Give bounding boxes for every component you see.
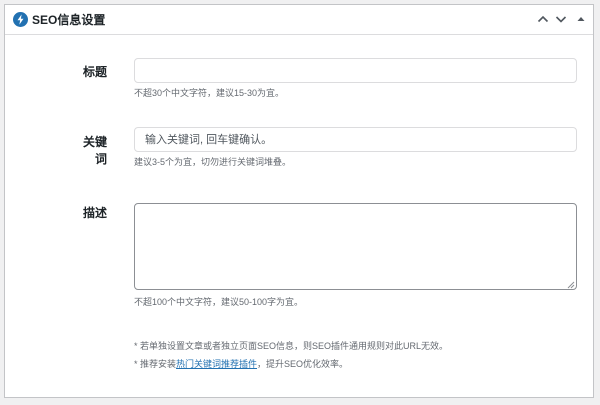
- chevron-down-icon: [555, 16, 567, 23]
- panel-header[interactable]: SEO信息设置: [5, 5, 593, 35]
- lightning-logo-icon: [13, 12, 28, 27]
- panel-title: SEO信息设置: [32, 13, 106, 27]
- chevron-up-icon: [537, 15, 549, 23]
- title-label: 标题: [82, 65, 107, 79]
- description-textarea[interactable]: [134, 203, 577, 290]
- title-input[interactable]: [134, 58, 577, 83]
- resize-grip-icon[interactable]: [567, 281, 575, 289]
- keywords-input[interactable]: [134, 127, 577, 152]
- note-line-2-suffix: ，提升SEO优化效率。: [257, 359, 349, 369]
- description-label: 描述: [82, 206, 107, 220]
- hot-keywords-plugin-link[interactable]: 热门关键词推荐插件: [176, 359, 257, 369]
- seo-settings-panel: SEO信息设置 标题 不超30个中文字符，建议15-30为宜。 关键词 建议3-…: [4, 4, 594, 398]
- toggle-panel-button[interactable]: [574, 12, 588, 26]
- note-line-2: * 推荐安装热门关键词推荐插件，提升SEO优化效率。: [134, 358, 348, 370]
- description-hint: 不超100个中文字符，建议50-100字为宜。: [134, 297, 304, 307]
- title-hint: 不超30个中文字符，建议15-30为宜。: [134, 88, 285, 98]
- note-line-1: * 若单独设置文章或者独立页面SEO信息，则SEO插件通用规则对此URL无效。: [134, 341, 449, 351]
- note-line-2-prefix: * 推荐安装: [134, 359, 177, 369]
- move-up-button[interactable]: [536, 12, 550, 26]
- keywords-label: 关键词: [82, 135, 107, 166]
- triangle-up-icon: [577, 17, 585, 21]
- move-down-button[interactable]: [554, 12, 568, 26]
- keywords-hint: 建议3-5个为宜，切勿进行关键词堆叠。: [134, 157, 292, 167]
